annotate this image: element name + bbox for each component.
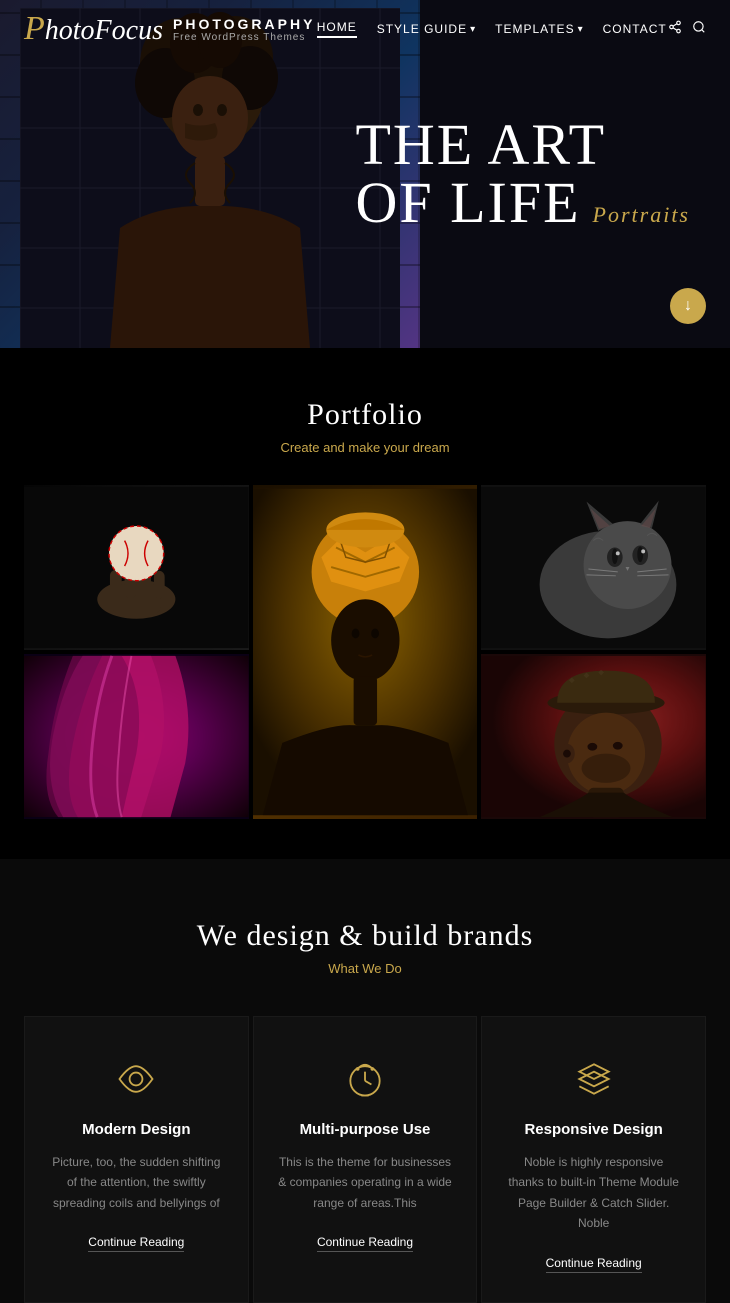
service-title-modern: Modern Design — [49, 1121, 224, 1138]
services-section: We design & build brands What We Do Mode… — [0, 859, 730, 1303]
portfolio-item-man-hat[interactable] — [481, 654, 706, 819]
layers-icon — [506, 1057, 681, 1101]
service-title-responsive: Responsive Design — [506, 1121, 681, 1138]
nav-style-guide[interactable]: STYLE GUIDE ▾ — [377, 22, 475, 36]
portfolio-item-baseball[interactable] — [24, 485, 249, 650]
hero-text: THE ART OF LIFE Portraits — [355, 116, 690, 232]
portfolio-item-purple-hair[interactable] — [24, 654, 249, 819]
portfolio-item-portrait[interactable] — [253, 485, 478, 819]
services-subtitle: What We Do — [24, 961, 706, 976]
hero-tag: Portraits — [593, 204, 690, 226]
continue-reading-responsive[interactable]: Continue Reading — [546, 1256, 642, 1273]
clock-icon — [278, 1057, 453, 1101]
services-grid: Modern Design Picture, too, the sudden s… — [24, 1016, 706, 1303]
share-icon[interactable] — [668, 20, 682, 39]
chevron-down-icon: ▾ — [578, 24, 583, 35]
portfolio-title: Portfolio — [24, 398, 706, 432]
cat-image — [481, 485, 706, 650]
portfolio-subtitle: Create and make your dream — [24, 440, 706, 455]
service-card-responsive: Responsive Design Noble is highly respon… — [481, 1016, 706, 1303]
logo-text: PHOTOGRAPHY Free WordPress Themes — [173, 16, 315, 43]
hero-line1: THE ART — [355, 116, 690, 174]
man-hat-image — [481, 654, 706, 819]
nav-templates[interactable]: TEMPLATES ▾ — [495, 22, 583, 36]
service-desc-responsive: Noble is highly responsive thanks to bui… — [506, 1152, 681, 1234]
baseball-image — [24, 485, 249, 650]
nav-home[interactable]: HOME — [317, 20, 357, 38]
purple-hair-image — [24, 654, 249, 819]
logo-icon: PhotoFocus — [24, 10, 163, 48]
hero-line2: OF LIFE Portraits — [355, 174, 690, 232]
continue-reading-modern[interactable]: Continue Reading — [88, 1235, 184, 1252]
continue-reading-multipurpose[interactable]: Continue Reading — [317, 1235, 413, 1252]
service-desc-modern: Picture, too, the sudden shifting of the… — [49, 1152, 224, 1213]
chevron-down-icon: ▾ — [470, 24, 475, 35]
portfolio-item-cat[interactable] — [481, 485, 706, 650]
nav-icons — [668, 20, 706, 39]
service-card-multipurpose: Multi-purpose Use This is the theme for … — [253, 1016, 478, 1303]
main-nav: HOME STYLE GUIDE ▾ TEMPLATES ▾ COntACT — [317, 20, 667, 38]
hero-person-image — [20, 8, 400, 348]
services-header: We design & build brands What We Do — [24, 919, 706, 976]
service-title-multipurpose: Multi-purpose Use — [278, 1121, 453, 1138]
nav-contact[interactable]: COntACT — [603, 22, 667, 36]
portrait-image — [253, 485, 478, 819]
portfolio-grid — [24, 485, 706, 819]
scroll-down-button[interactable]: ↓ — [670, 288, 706, 324]
eye-icon — [49, 1057, 224, 1101]
services-title: We design & build brands — [24, 919, 706, 953]
site-header: PhotoFocus PHOTOGRAPHY Free WordPress Th… — [0, 0, 730, 58]
search-icon[interactable] — [692, 20, 706, 39]
service-desc-multipurpose: This is the theme for businesses & compa… — [278, 1152, 453, 1213]
portfolio-section: Portfolio Create and make your dream — [0, 348, 730, 859]
service-card-modern-design: Modern Design Picture, too, the sudden s… — [24, 1016, 249, 1303]
logo[interactable]: PhotoFocus PHOTOGRAPHY Free WordPress Th… — [24, 10, 315, 48]
